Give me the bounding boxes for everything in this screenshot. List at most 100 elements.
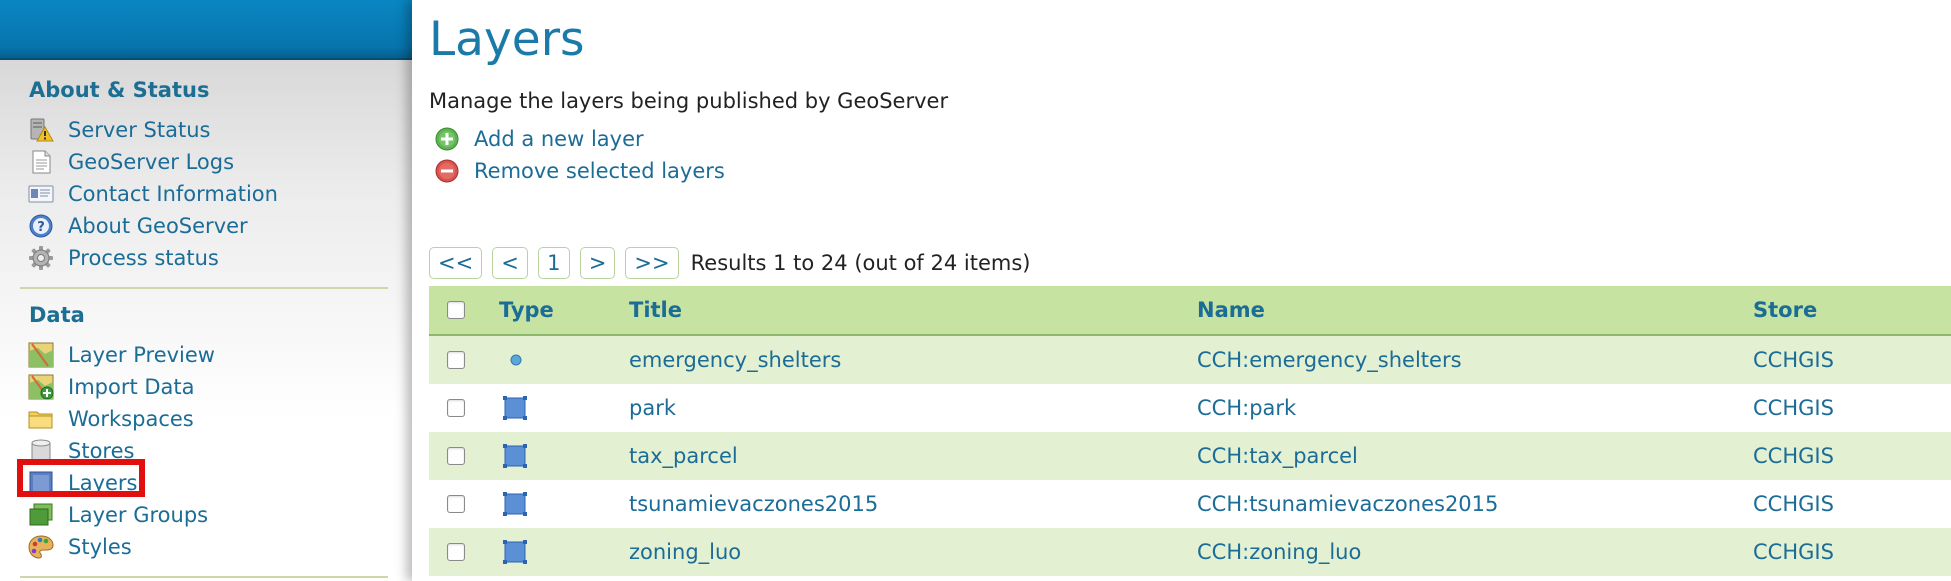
remove-layers-link[interactable]: Remove selected layers — [434, 158, 725, 184]
document-icon — [32, 150, 51, 174]
sidebar-item-stores[interactable]: Stores — [28, 436, 134, 466]
type-cell — [499, 432, 629, 480]
sidebar-item-process-status[interactable]: Process status — [28, 243, 219, 273]
sidebar-item-label: GeoServer Logs — [68, 150, 235, 174]
store-column-header[interactable]: Store — [1753, 286, 1951, 336]
sidebar-item-label: Layers — [68, 471, 138, 495]
svg-text:?: ? — [37, 220, 45, 235]
top-banner — [0, 0, 412, 60]
title-column-header[interactable]: Title — [629, 286, 1197, 336]
type-column-header[interactable]: Type — [499, 286, 629, 336]
sidebar-divider — [20, 576, 388, 578]
remove-layers-label: Remove selected layers — [474, 159, 725, 183]
sidebar-item-import-data[interactable]: Import Data — [28, 372, 195, 402]
select-all-checkbox[interactable] — [447, 301, 465, 319]
first-page-button[interactable]: << — [429, 247, 483, 279]
title-cell[interactable]: tax_parcel — [629, 432, 1197, 480]
add-icon — [435, 127, 459, 151]
polygon-layer-icon — [503, 492, 527, 516]
row-checkbox[interactable] — [447, 399, 465, 417]
table-row: zoning_luo CCH:zoning_luo CCHGIS — [429, 528, 1951, 576]
main-content: Layers Manage the layers being published… — [412, 0, 1951, 581]
import-map-icon — [28, 374, 54, 400]
point-layer-icon — [510, 354, 522, 366]
sidebar-item-label: Import Data — [68, 375, 195, 399]
add-layer-label: Add a new layer — [474, 127, 644, 151]
sidebar-item-label: Contact Information — [68, 182, 278, 206]
store-cell[interactable]: CCHGIS — [1753, 528, 1951, 576]
type-cell — [499, 528, 629, 576]
store-cell[interactable]: CCHGIS — [1753, 335, 1951, 384]
name-column-header[interactable]: Name — [1197, 286, 1753, 336]
sidebar-item-layer-preview[interactable]: Layer Preview — [28, 340, 215, 370]
title-cell[interactable]: park — [629, 384, 1197, 432]
type-cell — [499, 480, 629, 528]
gear-icon — [29, 246, 53, 270]
select-all-cell — [429, 286, 499, 336]
sidebar-item-workspaces[interactable]: Workspaces — [28, 404, 194, 434]
sidebar-item-layers[interactable]: Layers — [28, 468, 138, 498]
row-select-cell — [429, 528, 499, 576]
polygon-layer-icon — [503, 444, 527, 468]
row-checkbox[interactable] — [447, 447, 465, 465]
sidebar-item-label: Stores — [68, 439, 135, 463]
prev-page-button[interactable]: < — [492, 247, 528, 279]
store-cell[interactable]: CCHGIS — [1753, 384, 1951, 432]
store-cell[interactable]: CCHGIS — [1753, 432, 1951, 480]
add-layer-link[interactable]: Add a new layer — [434, 126, 644, 152]
data-heading: Data — [29, 303, 85, 327]
next-page-button[interactable]: > — [579, 247, 616, 279]
sidebar-item-geoserver-logs[interactable]: GeoServer Logs — [28, 147, 234, 177]
sidebar-item-server-status[interactable]: Server Status — [28, 115, 210, 145]
sidebar-item-label: About GeoServer — [68, 214, 248, 238]
palette-icon — [28, 535, 54, 559]
title-cell[interactable]: emergency_shelters — [629, 335, 1197, 384]
layer-icon — [29, 471, 53, 495]
database-icon — [31, 439, 51, 462]
row-select-cell — [429, 335, 499, 384]
row-checkbox[interactable] — [447, 495, 465, 513]
sidebar-item-label: Layer Groups — [68, 503, 209, 527]
row-checkbox[interactable] — [447, 543, 465, 561]
title-cell[interactable]: tsunamievaczones2015 — [629, 480, 1197, 528]
table-row: tsunamievaczones2015 CCH:tsunamievaczone… — [429, 480, 1951, 528]
table-row: tax_parcel CCH:tax_parcel CCHGIS — [429, 432, 1951, 480]
sidebar-item-about-geoserver[interactable]: ? About GeoServer — [28, 211, 248, 241]
page-description: Manage the layers being published by Geo… — [429, 89, 949, 113]
title-cell[interactable]: zoning_luo — [629, 528, 1197, 576]
map-preview-icon — [28, 342, 54, 368]
name-cell[interactable]: CCH:park — [1197, 384, 1753, 432]
contact-card-icon — [28, 185, 54, 203]
name-cell[interactable]: CCH:tsunamievaczones2015 — [1197, 480, 1753, 528]
page-number-button[interactable]: 1 — [537, 247, 570, 279]
table-row: emergency_shelters CCH:emergency_shelter… — [429, 335, 1951, 384]
sidebar-item-styles[interactable]: Styles — [28, 532, 132, 562]
sidebar-item-contact-information[interactable]: Contact Information — [28, 179, 278, 209]
page-title: Layers — [429, 12, 585, 67]
sidebar-item-label: Layer Preview — [68, 343, 215, 367]
sidebar-item-label: Process status — [68, 246, 219, 270]
sidebar-item-layer-groups[interactable]: Layer Groups — [28, 500, 208, 530]
table-row: park CCH:park CCHGIS — [429, 384, 1951, 432]
help-icon: ? — [29, 214, 53, 238]
pagination: << < 1 > >> Results 1 to 24 (out of 24 i… — [429, 247, 1030, 279]
sidebar-item-label: Styles — [68, 535, 132, 559]
store-cell[interactable]: CCHGIS — [1753, 480, 1951, 528]
server-status-icon — [30, 118, 54, 142]
row-select-cell — [429, 480, 499, 528]
name-cell[interactable]: CCH:tax_parcel — [1197, 432, 1753, 480]
sidebar-item-label: Server Status — [68, 118, 211, 142]
results-count: Results 1 to 24 (out of 24 items) — [690, 251, 1031, 275]
row-checkbox[interactable] — [447, 351, 465, 369]
sidebar-divider — [20, 287, 388, 289]
sidebar: About & Status Server Status GeoServer L… — [0, 0, 412, 581]
folder-icon — [28, 411, 53, 429]
type-cell — [499, 384, 629, 432]
about-status-heading: About & Status — [29, 78, 210, 102]
last-page-button[interactable]: >> — [625, 247, 679, 279]
remove-icon — [435, 159, 459, 183]
table-header-row: Type Title Name Store — [429, 286, 1951, 336]
name-cell[interactable]: CCH:emergency_shelters — [1197, 335, 1753, 384]
sidebar-item-label: Workspaces — [68, 407, 194, 431]
name-cell[interactable]: CCH:zoning_luo — [1197, 528, 1753, 576]
